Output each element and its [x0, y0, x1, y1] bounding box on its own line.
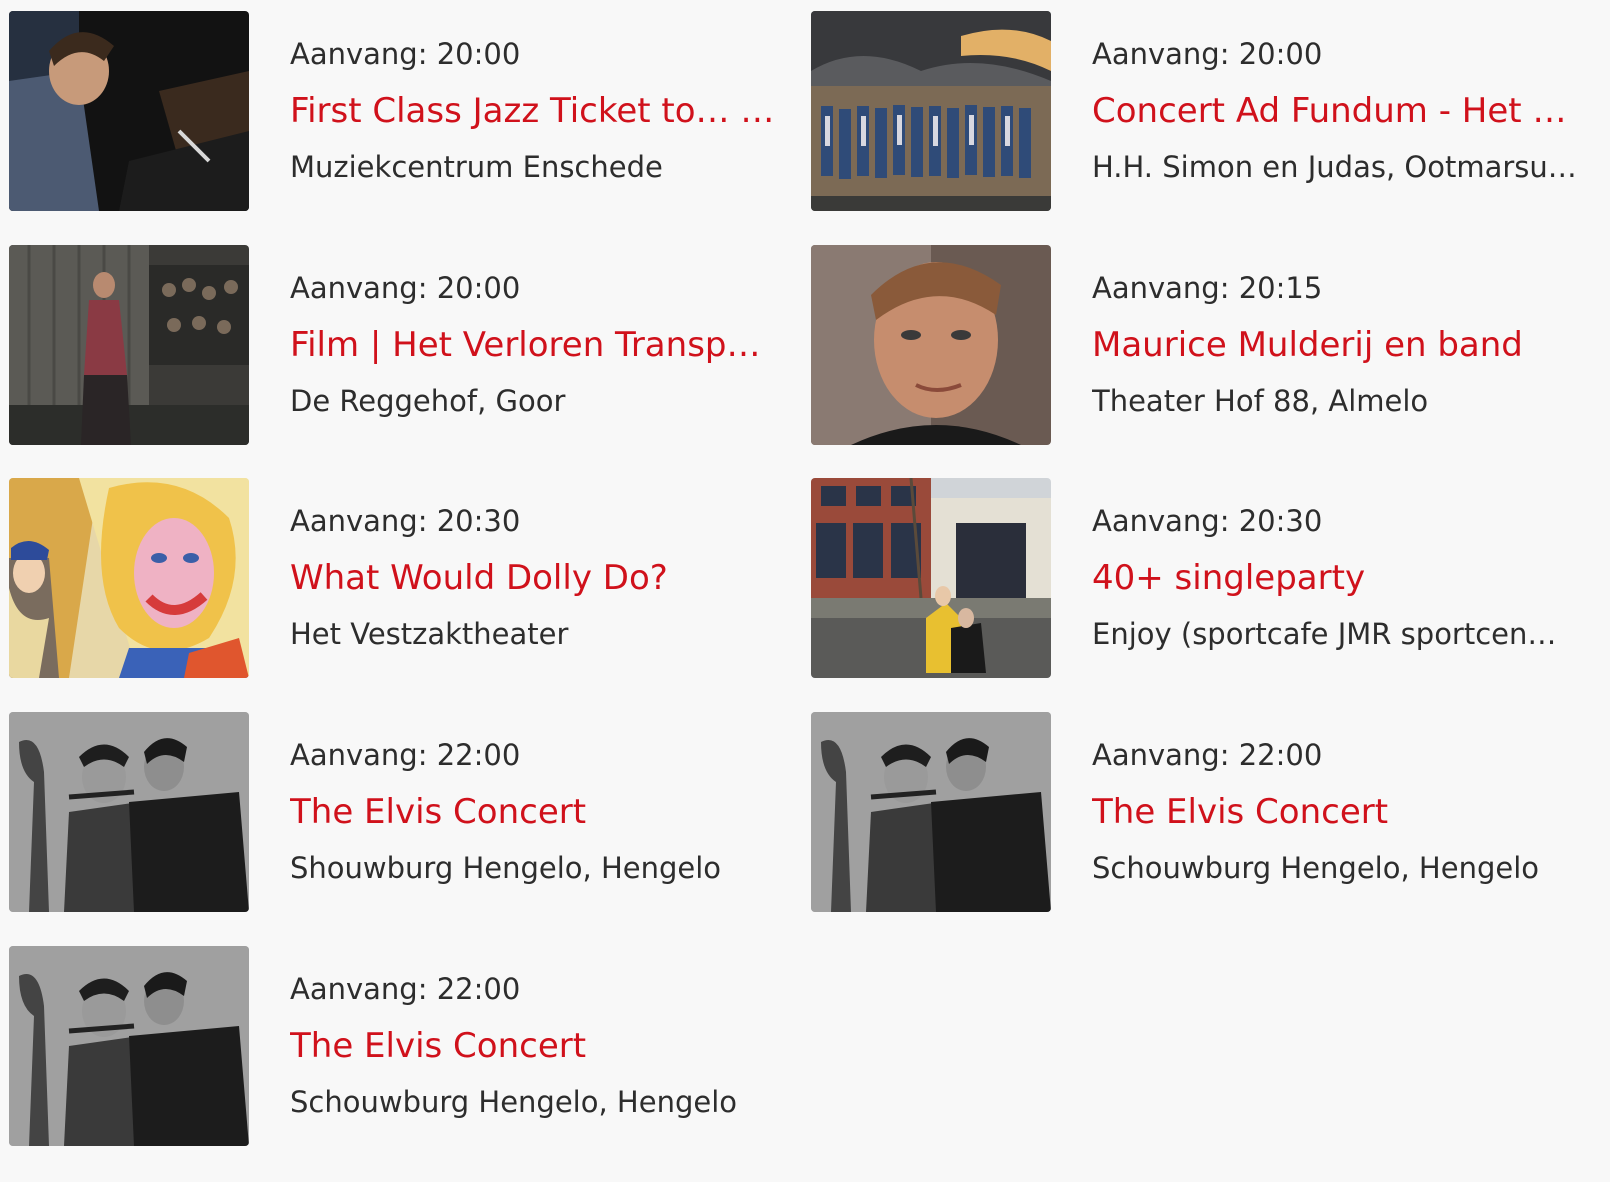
event-image[interactable]	[811, 478, 1051, 678]
event-title-link[interactable]: What Would Dolly Do?	[290, 555, 780, 601]
event-title-link[interactable]: The Elvis Concert	[1092, 789, 1582, 835]
event-image[interactable]	[9, 478, 249, 678]
event-title-link[interactable]: Film | Het Verloren Transpo…	[290, 322, 780, 368]
event-image[interactable]	[9, 11, 249, 211]
venue-label: Theater Hof 88, Almelo	[1092, 384, 1429, 418]
event-title-link[interactable]: Maurice Mulderij en band	[1092, 322, 1582, 368]
start-time: Aanvang: 22:00	[290, 972, 521, 1006]
start-time: Aanvang: 20:30	[1092, 504, 1323, 538]
event-card[interactable]: Aanvang: 22:00 The Elvis Concert Schouwb…	[811, 712, 1596, 912]
venue-label: Muziekcentrum Enschede	[290, 150, 663, 184]
start-time: Aanvang: 22:00	[290, 738, 521, 772]
venue-label: Schouwburg Hengelo, Hengelo	[1092, 851, 1539, 885]
building-photo	[811, 478, 1051, 678]
event-title-link[interactable]: The Elvis Concert	[290, 1023, 780, 1069]
elvis-band-photo	[811, 712, 1051, 912]
event-title-link[interactable]: The Elvis Concert	[290, 789, 780, 835]
event-title-link[interactable]: Concert Ad Fundum - Het G…	[1092, 88, 1582, 134]
event-image[interactable]	[9, 712, 249, 912]
event-image[interactable]	[9, 946, 249, 1146]
venue-label: H.H. Simon en Judas, Ootmarsu…	[1092, 150, 1577, 184]
event-card[interactable]: Aanvang: 22:00 The Elvis Concert Schouwb…	[9, 946, 794, 1146]
event-card[interactable]: Aanvang: 20:30 What Would Dolly Do? Het …	[9, 478, 794, 678]
event-card[interactable]: Aanvang: 20:00 Film | Het Verloren Trans…	[9, 245, 794, 445]
choir-group-photo	[811, 11, 1051, 211]
venue-label: Enjoy (sportcafe JMR sportcen…	[1092, 617, 1557, 651]
singer-portrait-photo	[811, 245, 1051, 445]
venue-label: Schouwburg Hengelo, Hengelo	[290, 1085, 737, 1119]
start-time: Aanvang: 20:00	[290, 271, 521, 305]
film-still-photo	[9, 245, 249, 445]
event-title-link[interactable]: 40+ singleparty	[1092, 555, 1582, 601]
venue-label: De Reggehof, Goor	[290, 384, 566, 418]
start-time: Aanvang: 22:00	[1092, 738, 1323, 772]
start-time: Aanvang: 20:00	[1092, 37, 1323, 71]
start-time: Aanvang: 20:30	[290, 504, 521, 538]
event-card[interactable]: Aanvang: 22:00 The Elvis Concert Shouwbu…	[9, 712, 794, 912]
event-card[interactable]: Aanvang: 20:15 Maurice Mulderij en band …	[811, 245, 1596, 445]
mural-photo	[9, 478, 249, 678]
start-time: Aanvang: 20:00	[290, 37, 521, 71]
venue-label: Het Vestzaktheater	[290, 617, 569, 651]
event-image[interactable]	[811, 11, 1051, 211]
event-card[interactable]: Aanvang: 20:00 First Class Jazz Ticket t…	[9, 11, 794, 211]
elvis-band-photo	[9, 712, 249, 912]
venue-label: Shouwburg Hengelo, Hengelo	[290, 851, 722, 885]
event-image[interactable]	[9, 245, 249, 445]
start-time: Aanvang: 20:15	[1092, 271, 1323, 305]
event-image[interactable]	[811, 712, 1051, 912]
event-image[interactable]	[811, 245, 1051, 445]
elvis-band-photo	[9, 946, 249, 1146]
event-title-link[interactable]: First Class Jazz Ticket to… …	[290, 88, 780, 134]
jazz-pianist-photo	[9, 11, 249, 211]
event-card[interactable]: Aanvang: 20:00 Concert Ad Fundum - Het G…	[811, 11, 1596, 211]
event-card[interactable]: Aanvang: 20:30 40+ singleparty Enjoy (sp…	[811, 478, 1596, 678]
